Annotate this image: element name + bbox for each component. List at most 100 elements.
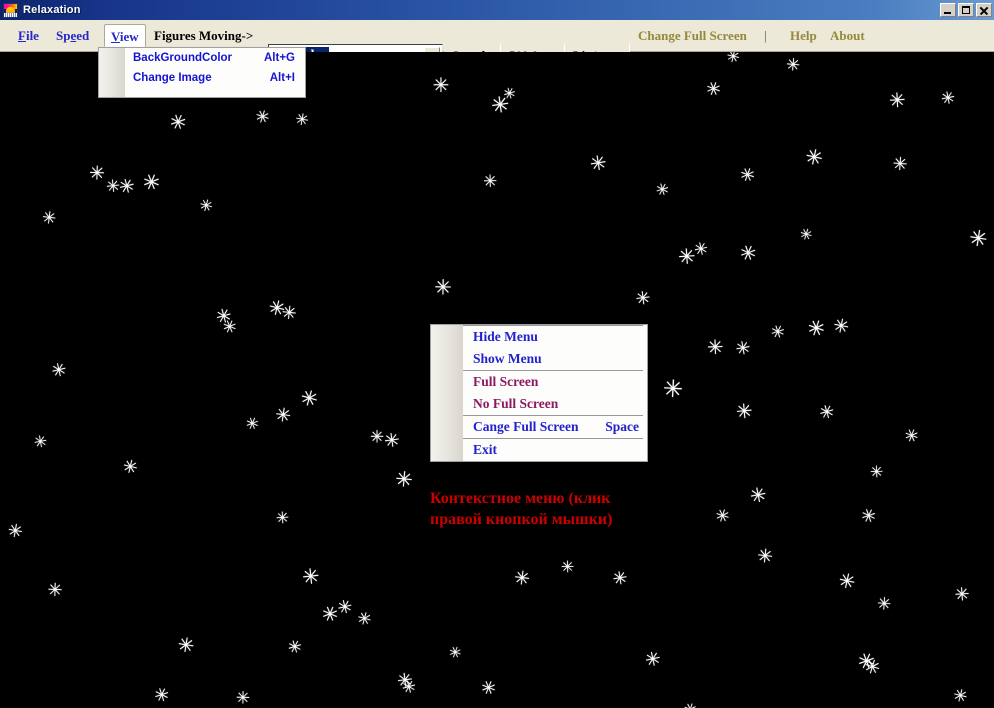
star-particle: ✳ [297,384,321,413]
star-particle: ✳ [270,506,294,530]
menu-item-label: Full Screen [473,374,539,389]
star-particle: ✳ [736,163,758,188]
star-particle: ✳ [639,646,665,674]
toolbar-divider: | [764,28,767,43]
menu-item-accelerator: Space [605,419,639,434]
star-particle: ✳ [555,555,579,579]
menu-item-full-screen[interactable]: Full Screen [463,371,645,393]
menu-item-no-full-screen[interactable]: No Full Screen [463,393,645,415]
menu-item-accelerator: Alt+I [269,72,295,84]
star-particle: ✳ [354,608,374,632]
star-particle: ✳ [283,635,306,660]
menu-item-show-menu[interactable]: Show Menu [463,348,645,370]
star-particle: ✳ [394,466,414,493]
star-particle: ✳ [88,162,106,185]
button-about[interactable]: About [824,24,871,47]
menu-item-exit[interactable]: Exit [463,439,645,461]
view-dropdown-menu[interactable]: BackGroundColor Alt+G Change Image Alt+I [98,47,306,98]
star-particle: ✳ [120,455,140,480]
star-particle: ✳ [512,566,532,591]
star-particle: ✳ [864,460,888,484]
star-particle: ✳ [477,675,500,702]
star-particle: ✳ [252,105,273,130]
star-particle: ✳ [730,335,755,362]
context-menu-items: Hide Menu Show Menu Full Screen No Full … [463,325,647,461]
star-particle: ✳ [700,332,730,362]
menu-item-file[interactable]: File [12,24,45,47]
star-particle: ✳ [433,275,453,300]
menu-item-label: Exit [473,442,498,457]
star-particle: ✳ [149,682,173,708]
star-particle: ✳ [724,52,742,68]
window-title: Relaxation [23,4,81,16]
star-particle: ✳ [876,594,892,615]
minimize-button[interactable] [940,3,956,17]
maximize-button[interactable] [958,3,974,17]
title-bar: Relaxation [0,0,994,20]
menu-item-accelerator: Alt+G [264,52,295,64]
star-particle: ✳ [744,480,772,510]
menu-item-label: Change Image [133,72,212,84]
close-button[interactable] [976,3,992,17]
menu-item-cange-full-screen[interactable]: Cange Full Screen Space [463,416,645,438]
menu-gutter [431,325,463,461]
star-particle: ✳ [766,320,789,345]
star-particle: ✳ [165,107,191,137]
star-particle: ✳ [607,565,632,592]
star-particle: ✳ [836,567,858,595]
star-particle: ✳ [729,396,759,426]
star-particle: ✳ [295,561,325,592]
star-particle: ✳ [40,207,58,230]
star-particle: ✳ [735,238,761,268]
star-particle: ✳ [629,285,655,312]
sunrise-sea [4,12,17,17]
button-help[interactable]: Help [784,24,823,47]
button-change-full-screen[interactable]: Change Full Screen [632,24,753,47]
star-particle: ✳ [446,641,465,664]
view-menu-items: BackGroundColor Alt+G Change Image Alt+I [125,48,305,97]
menu-item-label: No Full Screen [473,396,559,411]
star-particle: ✳ [293,108,311,131]
star-particle: ✳ [900,424,922,449]
menu-item-hide-menu[interactable]: Hide Menu [463,326,645,348]
star-particle: ✳ [935,86,959,111]
star-particle: ✳ [967,225,990,254]
star-particle: ✳ [785,54,802,77]
star-particle: ✳ [856,503,880,530]
menu-gutter [99,48,125,97]
star-particle: ✳ [797,224,815,245]
menu-item-label: Cange Full Screen [473,419,579,434]
menu-item-label: Hide Menu [473,329,538,344]
menu-item-label: BackGroundColor [133,52,233,64]
star-particle: ✳ [242,412,263,435]
star-particle: ✳ [235,688,251,708]
label-figures-moving: Figures Moving-> [154,28,254,43]
menu-item-view[interactable]: View [104,24,146,47]
menu-item-change-image[interactable]: Change Image Alt+I [125,68,305,88]
window-controls [940,3,992,17]
caption-line-2: правой кнопкой мышки) [430,511,613,528]
star-particle: ✳ [46,357,71,384]
star-particle: ✳ [681,698,700,708]
star-particle: ✳ [317,599,343,629]
menu-item-speed[interactable]: Speed [50,24,95,47]
star-particle: ✳ [662,374,684,404]
star-particle: ✳ [882,85,912,115]
context-menu[interactable]: Hide Menu Show Menu Full Screen No Full … [430,324,648,462]
star-particle: ✳ [29,429,52,454]
star-particle: ✳ [138,168,164,198]
star-particle: ✳ [273,403,293,428]
star-particle: ✳ [432,73,450,97]
star-particle: ✳ [802,143,826,172]
star-particle: ✳ [831,314,852,339]
context-menu-hint-caption: Контекстное меню (клик правой кнопкой мы… [430,488,690,530]
star-particle: ✳ [702,77,724,103]
star-particle: ✳ [651,178,673,202]
star-particle: ✳ [280,302,298,325]
application-window: Relaxation File Speed View Figures Movin… [0,0,994,708]
menu-item-backgroundcolor[interactable]: BackGroundColor Alt+G [125,48,305,68]
star-particle: ✳ [755,544,775,569]
caption-line-1: Контекстное меню (клик [430,490,611,507]
star-particle: ✳ [712,504,733,529]
star-particle: ✳ [175,631,197,659]
